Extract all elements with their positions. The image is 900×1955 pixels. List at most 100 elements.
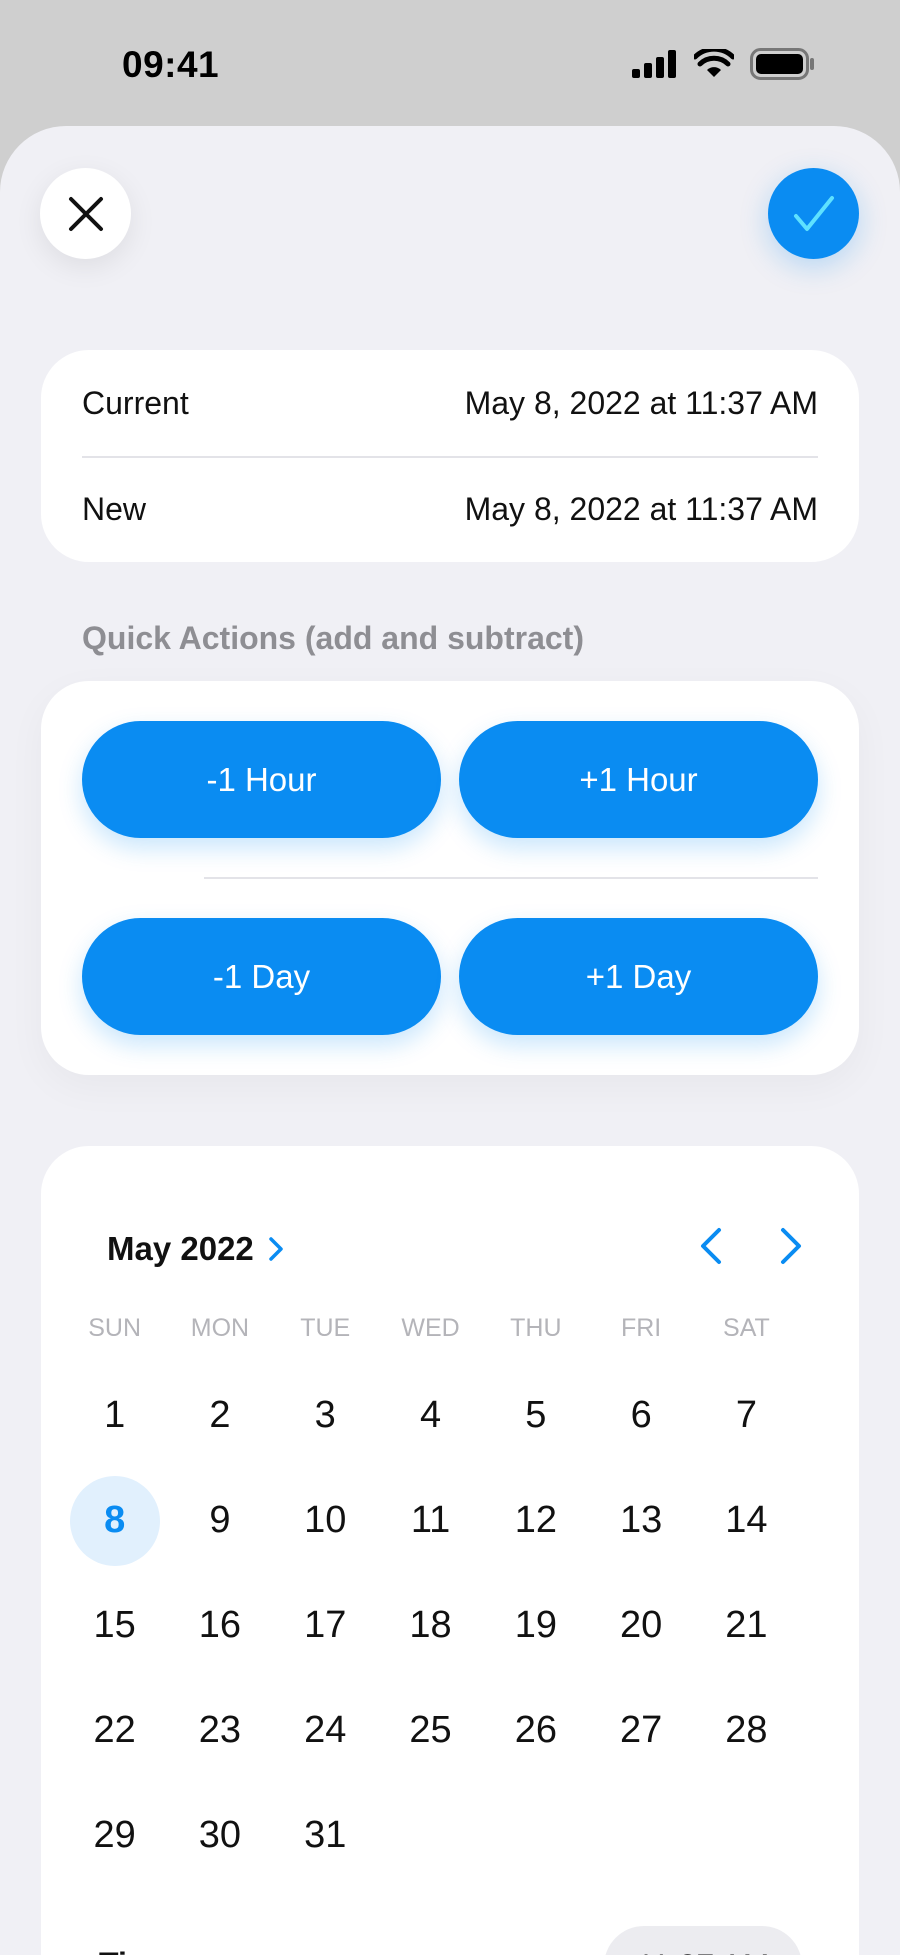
day-number: 22 bbox=[93, 1709, 136, 1751]
calendar-day[interactable]: 20 bbox=[588, 1573, 693, 1678]
day-number: 26 bbox=[514, 1709, 557, 1751]
quick-actions-card: -1 Hour +1 Hour -1 Day +1 Day bbox=[41, 681, 859, 1075]
weekday-label: SUN bbox=[88, 1314, 142, 1342]
calendar-day[interactable]: 9 bbox=[167, 1468, 272, 1573]
day-number: 11 bbox=[410, 1499, 451, 1541]
calendar-card: May 2022 SUN MON TUE WED THU FRI SAT 123456789… bbox=[41, 1146, 859, 1955]
calendar-day[interactable]: 28 bbox=[694, 1678, 799, 1783]
minus-day-button[interactable]: -1 Day bbox=[82, 918, 441, 1035]
confirm-button[interactable] bbox=[768, 168, 859, 259]
chevron-left-icon[interactable] bbox=[697, 1226, 725, 1266]
day-number: 16 bbox=[198, 1604, 242, 1646]
calendar-day[interactable]: 25 bbox=[378, 1678, 483, 1783]
chevron-right-icon[interactable] bbox=[777, 1226, 805, 1266]
calendar-day-selected[interactable]: 8 bbox=[62, 1468, 167, 1573]
calendar-day[interactable]: 3 bbox=[273, 1363, 378, 1468]
chevron-right-icon bbox=[269, 1237, 283, 1261]
status-time: 09:41 bbox=[122, 44, 220, 85]
plus-day-button[interactable]: +1 Day bbox=[459, 918, 818, 1035]
day-number: 29 bbox=[93, 1814, 136, 1856]
day-number: 8 bbox=[69, 1475, 160, 1566]
calendar-day[interactable]: 19 bbox=[483, 1573, 588, 1678]
close-icon bbox=[68, 196, 103, 231]
calendar-day[interactable]: 29 bbox=[62, 1783, 167, 1888]
calendar-day[interactable]: 11 bbox=[378, 1468, 483, 1573]
day-number: 5 bbox=[525, 1394, 547, 1436]
weekday-label: FRI bbox=[620, 1314, 662, 1342]
day-number: 4 bbox=[419, 1394, 442, 1436]
new-row: New May 8, 2022 at 11:37 AM bbox=[82, 456, 818, 562]
calendar-day[interactable]: 24 bbox=[273, 1678, 378, 1783]
calendar-day[interactable]: 27 bbox=[588, 1678, 693, 1783]
day-number: 20 bbox=[619, 1604, 663, 1646]
day-number: 25 bbox=[409, 1709, 452, 1751]
new-label: New bbox=[82, 490, 147, 527]
day-number: 23 bbox=[198, 1709, 242, 1751]
calendar-day[interactable]: 1 bbox=[62, 1363, 167, 1468]
weekday-header: SUN MON TUE WED THU FRI SAT bbox=[62, 1314, 838, 1343]
calendar-day[interactable]: 15 bbox=[62, 1573, 167, 1678]
calendar-day[interactable]: 14 bbox=[694, 1468, 799, 1573]
day-number: 18 bbox=[409, 1604, 452, 1646]
days-grid: 1 2 3 4 5 6 7 8 9 10 11 12 13 14 15 16 17 18 19 20 21 22 23 24 2… bbox=[62, 1363, 799, 1888]
date-picker-sheet: Current May 8, 2022 at 11:37 AM New May … bbox=[0, 126, 900, 1955]
weekday-label: SAT bbox=[723, 1314, 770, 1342]
status-icons bbox=[632, 48, 816, 80]
day-number: 19 bbox=[514, 1604, 557, 1646]
day-number: 30 bbox=[198, 1814, 242, 1856]
calendar-day[interactable]: 5 bbox=[483, 1363, 588, 1468]
new-value: May 8, 2022 at 11:37 AM bbox=[464, 490, 818, 527]
calendar-day[interactable]: 21 bbox=[694, 1573, 799, 1678]
calendar-day[interactable]: 13 bbox=[588, 1468, 693, 1573]
day-number: 28 bbox=[725, 1709, 768, 1751]
calendar-day[interactable]: 23 bbox=[167, 1678, 272, 1783]
date-info-card: Current May 8, 2022 at 11:37 AM New May … bbox=[41, 350, 859, 562]
signal-icon bbox=[632, 50, 676, 78]
calendar-day[interactable]: 7 bbox=[694, 1363, 799, 1468]
day-number: 31 bbox=[304, 1814, 347, 1856]
calendar-day[interactable]: 6 bbox=[588, 1363, 693, 1468]
weekday-label: MON bbox=[190, 1314, 250, 1342]
calendar-day[interactable]: 17 bbox=[273, 1573, 378, 1678]
day-number: 12 bbox=[514, 1499, 557, 1541]
battery-icon bbox=[750, 48, 814, 80]
day-number: 13 bbox=[619, 1499, 663, 1541]
current-value: May 8, 2022 at 11:37 AM bbox=[464, 384, 818, 421]
calendar-day[interactable]: 4 bbox=[378, 1363, 483, 1468]
day-number: 9 bbox=[209, 1499, 231, 1541]
calendar-day[interactable]: 22 bbox=[62, 1678, 167, 1783]
quick-actions-title: Quick Actions (add and subtract) bbox=[82, 620, 584, 656]
calendar-day[interactable]: 31 bbox=[273, 1783, 378, 1888]
time-label: Time bbox=[99, 1946, 173, 1955]
month-label: May 2022 bbox=[107, 1230, 254, 1267]
month-picker-toggle[interactable]: May 2022 bbox=[107, 1230, 284, 1268]
checkmark-icon bbox=[793, 195, 834, 231]
calendar-day[interactable]: 26 bbox=[483, 1678, 588, 1783]
day-number: 15 bbox=[93, 1604, 136, 1646]
current-row: Current May 8, 2022 at 11:37 AM bbox=[82, 350, 818, 456]
divider bbox=[204, 877, 818, 879]
day-number: 6 bbox=[630, 1394, 652, 1436]
calendar-day[interactable]: 12 bbox=[483, 1468, 588, 1573]
calendar-day[interactable]: 2 bbox=[167, 1363, 272, 1468]
day-number: 24 bbox=[304, 1709, 347, 1751]
close-button[interactable] bbox=[40, 168, 131, 259]
time-picker-button[interactable]: 11:37 AM bbox=[604, 1926, 802, 1955]
day-number: 27 bbox=[619, 1709, 663, 1751]
calendar-day[interactable]: 30 bbox=[167, 1783, 272, 1888]
calendar-day[interactable]: 18 bbox=[378, 1573, 483, 1678]
day-number: 7 bbox=[735, 1394, 757, 1436]
calendar-day[interactable]: 10 bbox=[273, 1468, 378, 1573]
day-number: 10 bbox=[304, 1499, 347, 1541]
weekday-label: TUE bbox=[300, 1314, 351, 1342]
day-number: 2 bbox=[209, 1394, 231, 1436]
status-bar: 09:41 bbox=[0, 0, 900, 126]
minus-hour-button[interactable]: -1 Hour bbox=[82, 721, 441, 838]
plus-hour-button[interactable]: +1 Hour bbox=[459, 721, 818, 838]
calendar-day[interactable]: 16 bbox=[167, 1573, 272, 1678]
day-number: 21 bbox=[725, 1604, 768, 1646]
wifi-icon bbox=[694, 49, 734, 77]
day-number: 3 bbox=[314, 1394, 336, 1436]
weekday-label: WED bbox=[401, 1314, 460, 1342]
weekday-label: THU bbox=[510, 1314, 562, 1342]
